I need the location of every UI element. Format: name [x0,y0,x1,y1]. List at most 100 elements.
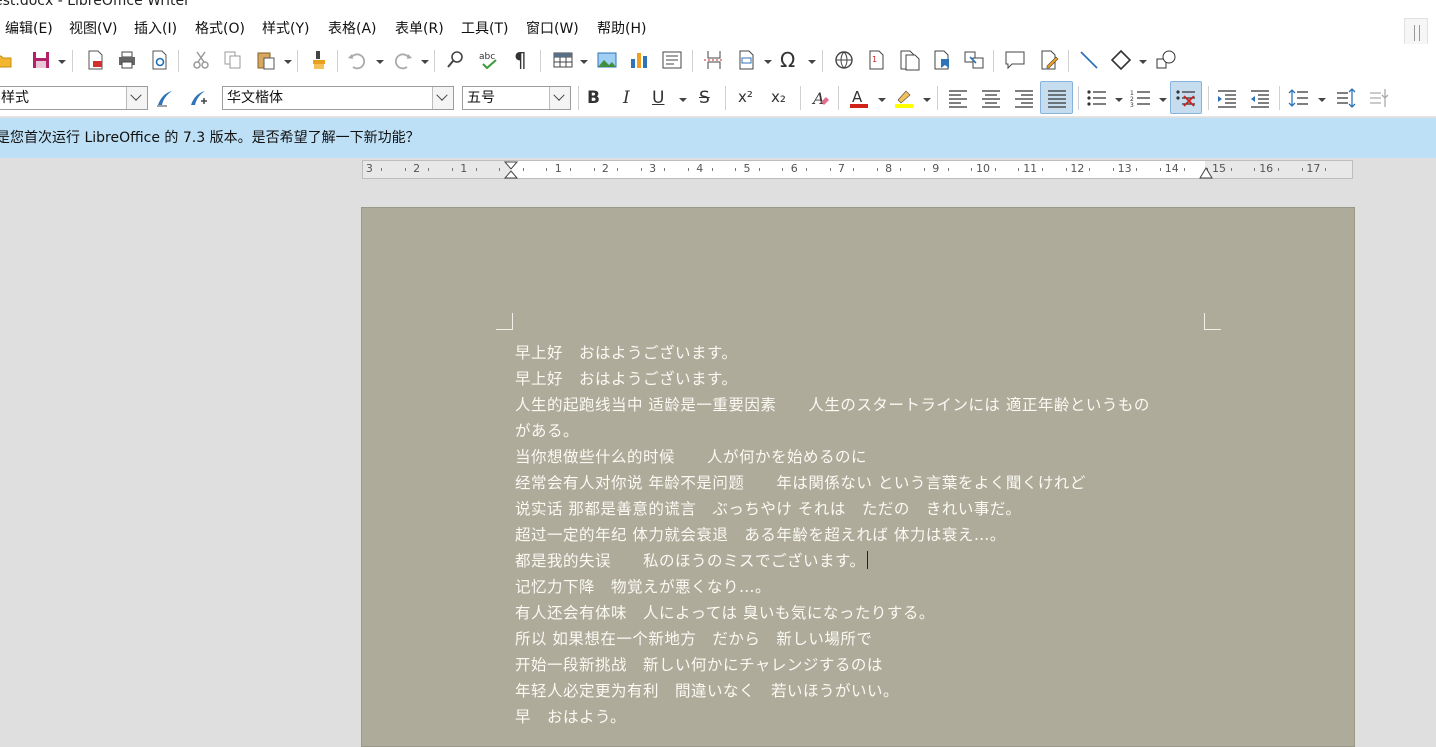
italic-button[interactable]: I [623,88,630,108]
increase-indent-icon[interactable] [1214,85,1240,111]
track-changes-icon[interactable] [1036,47,1062,73]
spellcheck-icon[interactable]: abc [476,47,502,73]
cut-icon[interactable] [188,47,214,73]
redo-icon[interactable] [390,47,416,73]
new-style-icon[interactable] [185,85,211,111]
font-color-icon[interactable]: A [846,85,872,111]
document-line[interactable]: がある。 [515,418,1235,444]
find-replace-icon[interactable] [443,47,469,73]
left-indent-marker-icon[interactable] [504,161,518,179]
undo-dropdown-icon[interactable] [376,58,384,66]
insert-chart-icon[interactable] [626,47,652,73]
formatting-marks-icon[interactable]: ¶ [508,47,534,73]
no-list-icon[interactable] [1170,81,1202,114]
document-line[interactable]: 说实话 那都是善意的谎言 ぶっちやけ それは ただの きれい事だ。 [515,496,1235,522]
document-line[interactable]: 早上好 おはようございます。 [515,340,1235,366]
underline-button[interactable]: U [652,88,664,108]
bullet-list-dropdown-icon[interactable] [1115,96,1123,104]
chevron-down-icon[interactable] [432,87,453,109]
horizontal-ruler[interactable]: 3 2 1 1 2 3 4 5 6 7 8 9 10 11 12 13 14 15 16 17 [362,160,1353,179]
menu-table[interactable]: 表格(A) [328,18,377,38]
menu-format[interactable]: 格式(O) [195,18,245,38]
decrease-indent-icon[interactable] [1247,85,1273,111]
right-indent-marker-icon[interactable] [1199,165,1213,179]
menu-help[interactable]: 帮助(H) [597,18,646,38]
document-line[interactable]: 记忆力下降 物覚えが悪くなり…。 [515,574,1235,600]
bold-button[interactable]: B [587,88,600,108]
subscript-button[interactable]: x₂ [771,88,786,106]
justify-icon[interactable] [1040,81,1073,114]
menu-edit[interactable]: 编辑(E) [5,18,53,38]
increase-paragraph-spacing-icon[interactable] [1333,85,1359,111]
menu-window[interactable]: 窗口(W) [526,18,579,38]
shapes-icon[interactable] [1108,47,1134,73]
line-icon[interactable] [1076,47,1102,73]
clear-formatting-icon[interactable]: A [808,85,834,111]
print-icon[interactable] [114,47,140,73]
font-size-select[interactable]: 五号 [462,86,571,110]
special-character-icon[interactable]: Ω [777,47,803,73]
update-style-icon[interactable] [152,85,178,111]
superscript-button[interactable]: x² [738,88,753,106]
insert-table-dropdown-icon[interactable] [580,58,588,66]
line-spacing-icon[interactable] [1286,85,1312,111]
align-center-icon[interactable] [978,85,1004,111]
chevron-down-icon[interactable] [126,87,147,109]
menu-insert[interactable]: 插入(I) [134,18,177,38]
document-line[interactable]: 年轻人必定更为有利 間違いなく 若いほうがいい。 [515,678,1235,704]
document-line[interactable]: 开始一段新挑战 新しい何かにチャレンジするのは [515,652,1235,678]
save-icon[interactable] [28,47,54,73]
insert-image-icon[interactable] [594,47,620,73]
numbered-list-dropdown-icon[interactable] [1159,96,1167,104]
insert-textbox-icon[interactable] [659,47,685,73]
open-icon[interactable] [0,47,16,73]
endnote-icon[interactable] [896,47,922,73]
cross-reference-icon[interactable] [961,47,987,73]
menu-tools[interactable]: 工具(T) [461,18,508,38]
menu-form[interactable]: 表单(R) [395,18,444,38]
chevron-down-icon[interactable] [549,87,570,109]
bookmark-icon[interactable] [929,47,955,73]
page-break-icon[interactable] [701,47,727,73]
redo-dropdown-icon[interactable] [421,58,429,66]
paste-dropdown-icon[interactable] [284,58,292,66]
shapes-dropdown-icon[interactable] [1139,58,1147,66]
hyperlink-icon[interactable] [831,47,857,73]
document-line[interactable]: 超过一定的年纪 体力就会衰退 ある年齢を超えれば 体力は衰え…。 [515,522,1235,548]
line-spacing-dropdown-icon[interactable] [1318,96,1326,104]
strikethrough-button[interactable]: S [699,88,710,108]
document-line[interactable]: 所以 如果想在一个新地方 だから 新しい場所で [515,626,1235,652]
draw-functions-icon[interactable] [1153,47,1179,73]
font-color-dropdown-icon[interactable] [878,96,886,104]
copy-icon[interactable] [220,47,246,73]
insert-field-icon[interactable] [733,47,759,73]
paste-icon[interactable] [253,47,279,73]
bullet-list-icon[interactable] [1084,85,1110,111]
document-body[interactable]: 早上好 おはようございます。 早上好 おはようございます。 人生的起跑线当中 适龄是… [515,340,1235,730]
font-name-select[interactable]: 华文楷体 [222,86,454,110]
document-line[interactable]: 早上好 おはようございます。 [515,366,1235,392]
document-page[interactable]: 早上好 おはようございます。 早上好 おはようございます。 人生的起跑线当中 适龄是… [361,207,1355,747]
paragraph-style-select[interactable]: 样式 [0,86,148,110]
decrease-paragraph-spacing-icon[interactable] [1366,85,1392,111]
menu-view[interactable]: 视图(V) [69,18,118,38]
highlight-dropdown-icon[interactable] [923,96,931,104]
insert-table-icon[interactable] [550,47,576,73]
numbered-list-icon[interactable]: 123 [1128,85,1154,111]
menu-styles[interactable]: 样式(Y) [262,18,309,38]
underline-dropdown-icon[interactable] [679,96,687,104]
insert-field-dropdown-icon[interactable] [764,58,772,66]
document-line[interactable]: 有人还会有体味 人によっては 臭いも気になったりする。 [515,600,1235,626]
save-dropdown-icon[interactable] [58,58,66,66]
align-right-icon[interactable] [1011,85,1037,111]
export-pdf-icon[interactable] [82,47,108,73]
print-preview-icon[interactable] [146,47,172,73]
footnote-icon[interactable]: 1 [863,47,889,73]
document-line[interactable]: 当你想做些什么的时候 人が何かを始めるのに [515,444,1235,470]
document-line[interactable]: 早 おはよう。 [515,704,1235,730]
special-character-dropdown-icon[interactable] [808,58,816,66]
clone-formatting-icon[interactable] [306,47,332,73]
document-line[interactable]: 经常会有人对你说 年龄不是问题 年は関係ない という言葉をよく聞くけれど [515,470,1235,496]
document-line[interactable]: 都是我的失误 私のほうのミスでございます。 [515,548,1235,574]
align-left-icon[interactable] [945,85,971,111]
